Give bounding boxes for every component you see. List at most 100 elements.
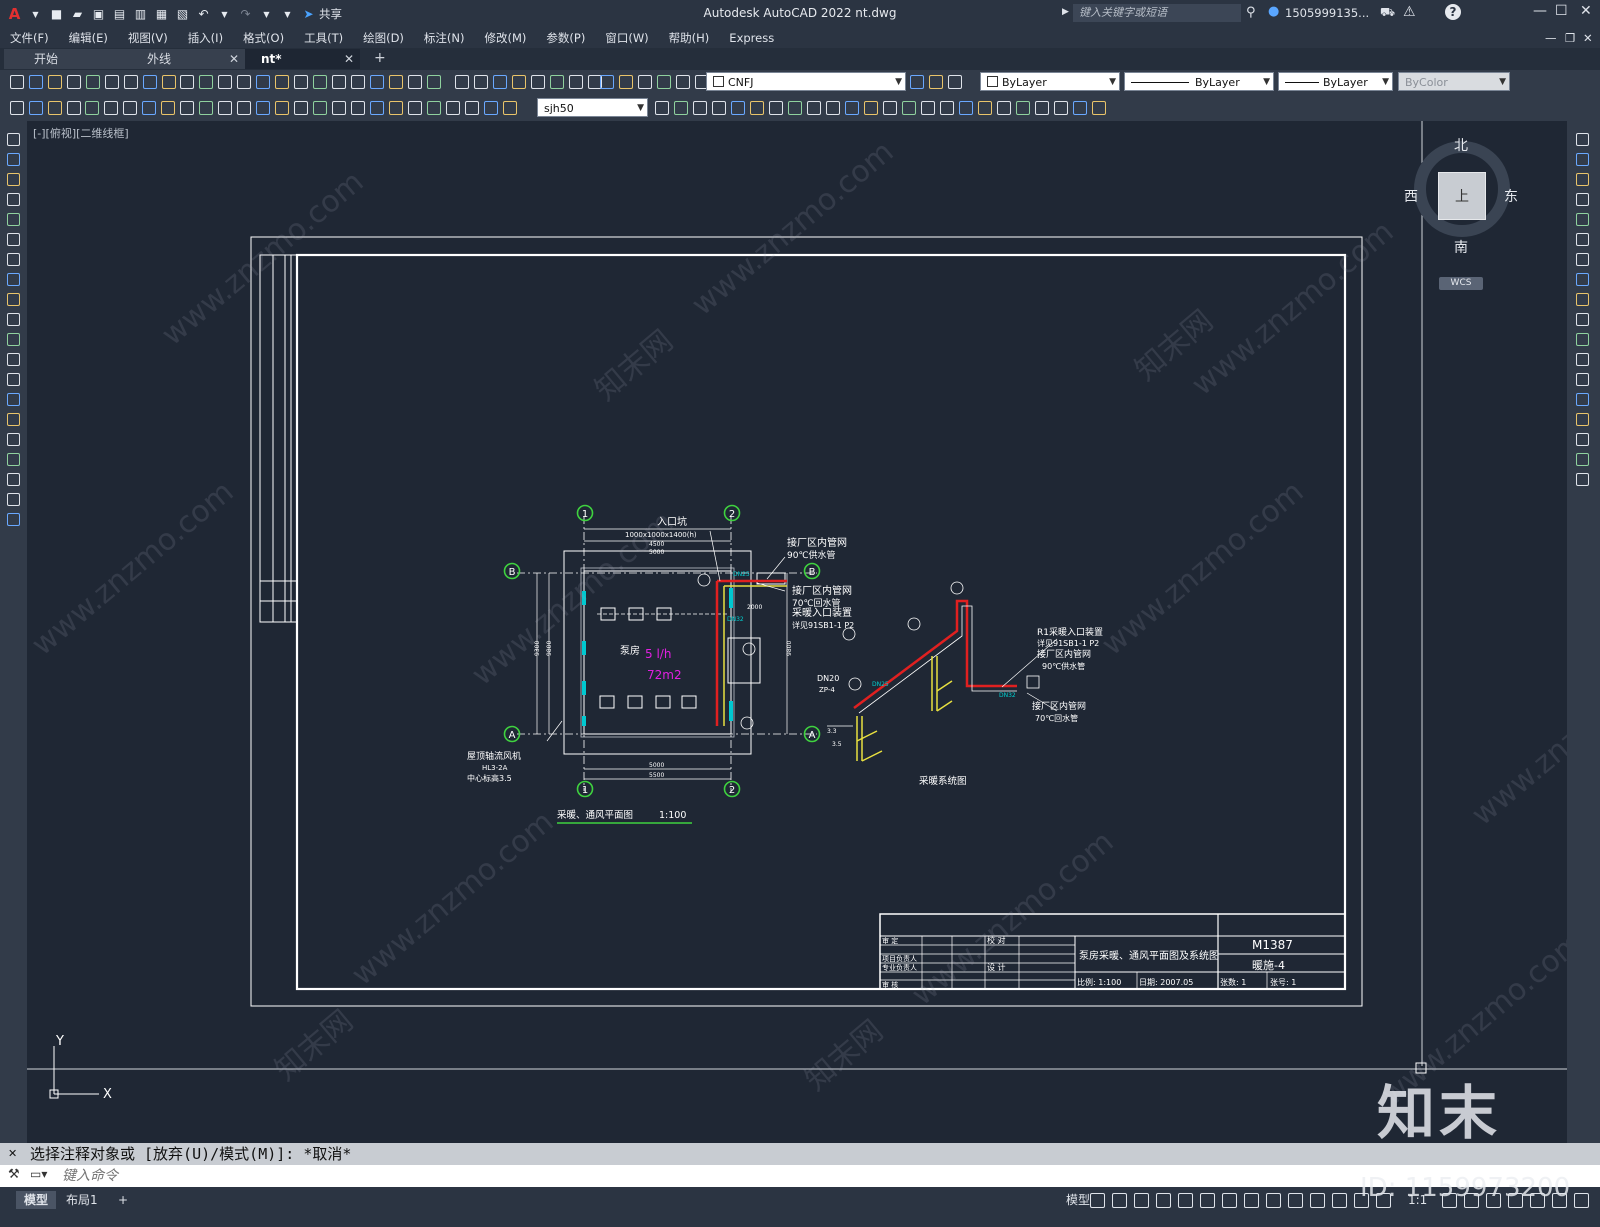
command-wrench-icon[interactable]: ⚒ (8, 1167, 20, 1182)
right-modify-tool-icon[interactable] (1576, 193, 1589, 206)
right-modify-tool-icon[interactable] (1576, 293, 1589, 306)
status-toggle-icon[interactable] (1310, 1193, 1325, 1208)
left-draw-tool-icon[interactable] (7, 133, 20, 146)
left-draw-tool-icon[interactable] (7, 213, 20, 226)
right-modify-tool-icon[interactable] (1576, 373, 1589, 386)
color-dropdown[interactable]: ByLayer ▼ (980, 72, 1120, 91)
save-as-icon[interactable]: ▤ (111, 6, 128, 23)
search-input[interactable]: 键入关键字或短语 (1073, 4, 1241, 22)
app-menu-arrow-icon[interactable]: ▼ (27, 6, 44, 23)
status-toggle-icon[interactable] (1288, 1193, 1303, 1208)
menu-help[interactable]: 帮助(H) (659, 30, 720, 46)
status-toggle-icon[interactable] (1552, 1193, 1567, 1208)
left-draw-tool-icon[interactable] (7, 493, 20, 506)
menu-dimension[interactable]: 标注(N) (414, 30, 475, 46)
share-icon[interactable]: ➤ (300, 6, 317, 23)
autocad-logo-icon[interactable]: A (6, 5, 23, 23)
add-layout-icon[interactable]: + (110, 1191, 136, 1209)
right-modify-tool-icon[interactable] (1576, 333, 1589, 346)
user-name[interactable]: 1505999135... (1285, 6, 1369, 20)
linetype-dropdown[interactable]: ByLayer ▼ (1124, 72, 1274, 91)
maximize-icon[interactable]: ☐ (1555, 3, 1568, 19)
viewcube-west[interactable]: 西 (1404, 186, 1418, 206)
menu-view[interactable]: 视图(V) (118, 30, 178, 46)
status-toggle-icon[interactable] (1244, 1193, 1259, 1208)
status-toggle-icon[interactable] (1222, 1193, 1237, 1208)
left-draw-tool-icon[interactable] (7, 433, 20, 446)
right-modify-tool-icon[interactable] (1576, 413, 1589, 426)
left-draw-tool-icon[interactable] (7, 293, 20, 306)
new-tab-icon[interactable]: + (374, 50, 386, 66)
right-modify-tool-icon[interactable] (1576, 233, 1589, 246)
share-button[interactable]: 共享 (319, 6, 342, 22)
autodesk-app-icon[interactable]: ⚠ (1403, 4, 1416, 20)
status-toggle-icon[interactable] (1530, 1193, 1545, 1208)
user-icon[interactable]: ● (1268, 4, 1279, 19)
status-toggle-icon[interactable] (1464, 1193, 1479, 1208)
status-toggle-icon[interactable] (1508, 1193, 1523, 1208)
viewcube[interactable]: 上 北 南 西 东 WCS (1404, 135, 1518, 290)
status-toggle-icon[interactable] (1156, 1193, 1171, 1208)
plotstyle-dropdown[interactable]: ByColor ▼ (1398, 72, 1510, 91)
tab-waixian[interactable]: 外线 ✕ (115, 49, 245, 69)
menu-insert[interactable]: 插入(I) (178, 30, 233, 46)
status-toggle-icon[interactable] (1332, 1193, 1347, 1208)
drawing-canvas[interactable]: [-][俯视][二维线框] 1 2 1 2 B A B A 入口坑 1000x1… (27, 121, 1567, 1143)
layout-tab-model[interactable]: 模型 (16, 1191, 57, 1209)
right-modify-tool-icon[interactable] (1576, 273, 1589, 286)
tab-nt[interactable]: nt* ✕ (245, 49, 360, 69)
textstyle-dropdown[interactable]: sjh50 ▼ (537, 98, 648, 117)
status-toggle-icon[interactable] (1134, 1193, 1149, 1208)
layout-tab-layout1[interactable]: 布局1 (58, 1191, 106, 1209)
doc-close-icon[interactable]: ✕ (1583, 31, 1593, 45)
command-close-icon[interactable]: ✕ (8, 1143, 17, 1165)
left-draw-tool-icon[interactable] (7, 273, 20, 286)
status-toggle-icon[interactable] (1574, 1193, 1589, 1208)
right-modify-tool-icon[interactable] (1576, 173, 1589, 186)
plot-icon[interactable]: ▧ (174, 6, 191, 23)
redo-arrow-icon[interactable]: ▼ (258, 6, 275, 23)
left-draw-tool-icon[interactable] (7, 413, 20, 426)
open-web-icon[interactable]: ▥ (132, 6, 149, 23)
right-modify-tool-icon[interactable] (1576, 253, 1589, 266)
status-toggle-icon[interactable] (1200, 1193, 1215, 1208)
search-icon[interactable]: ⚲ (1246, 5, 1256, 20)
layer-dropdown[interactable]: CNFJ ▼ (706, 72, 906, 91)
status-toggle-icon[interactable] (1178, 1193, 1193, 1208)
left-draw-tool-icon[interactable] (7, 453, 20, 466)
left-draw-tool-icon[interactable] (7, 193, 20, 206)
left-draw-tool-icon[interactable] (7, 373, 20, 386)
left-draw-tool-icon[interactable] (7, 333, 20, 346)
right-modify-tool-icon[interactable] (1576, 133, 1589, 146)
lineweight-dropdown[interactable]: ByLayer ▼ (1278, 72, 1393, 91)
new-icon[interactable]: ■ (48, 6, 65, 23)
left-draw-tool-icon[interactable] (7, 173, 20, 186)
right-modify-tool-icon[interactable] (1576, 393, 1589, 406)
viewcube-south[interactable]: 南 (1454, 237, 1468, 257)
command-input[interactable] (62, 1167, 1562, 1185)
save-icon[interactable]: ▣ (90, 6, 107, 23)
viewcube-north[interactable]: 北 (1454, 135, 1468, 155)
left-draw-tool-icon[interactable] (7, 473, 20, 486)
right-modify-tool-icon[interactable] (1576, 153, 1589, 166)
right-modify-tool-icon[interactable] (1576, 313, 1589, 326)
right-modify-tool-icon[interactable] (1576, 213, 1589, 226)
right-modify-tool-icon[interactable] (1576, 353, 1589, 366)
left-draw-tool-icon[interactable] (7, 393, 20, 406)
left-draw-tool-icon[interactable] (7, 353, 20, 366)
left-draw-tool-icon[interactable] (7, 313, 20, 326)
status-toggle-icon[interactable] (1112, 1193, 1127, 1208)
viewcube-face[interactable]: 上 (1438, 172, 1486, 220)
right-modify-tool-icon[interactable] (1576, 453, 1589, 466)
viewcube-east[interactable]: 东 (1504, 186, 1518, 206)
help-icon[interactable]: ? (1445, 4, 1461, 20)
left-draw-tool-icon[interactable] (7, 253, 20, 266)
redo-icon[interactable]: ↷ (237, 6, 254, 23)
menu-edit[interactable]: 编辑(E) (59, 30, 118, 46)
open-icon[interactable]: ▰ (69, 6, 86, 23)
status-toggle-icon[interactable] (1354, 1193, 1369, 1208)
left-draw-tool-icon[interactable] (7, 513, 20, 526)
right-modify-tool-icon[interactable] (1576, 473, 1589, 486)
status-toggle-icon[interactable] (1090, 1193, 1105, 1208)
menu-tools[interactable]: 工具(T) (294, 30, 353, 46)
